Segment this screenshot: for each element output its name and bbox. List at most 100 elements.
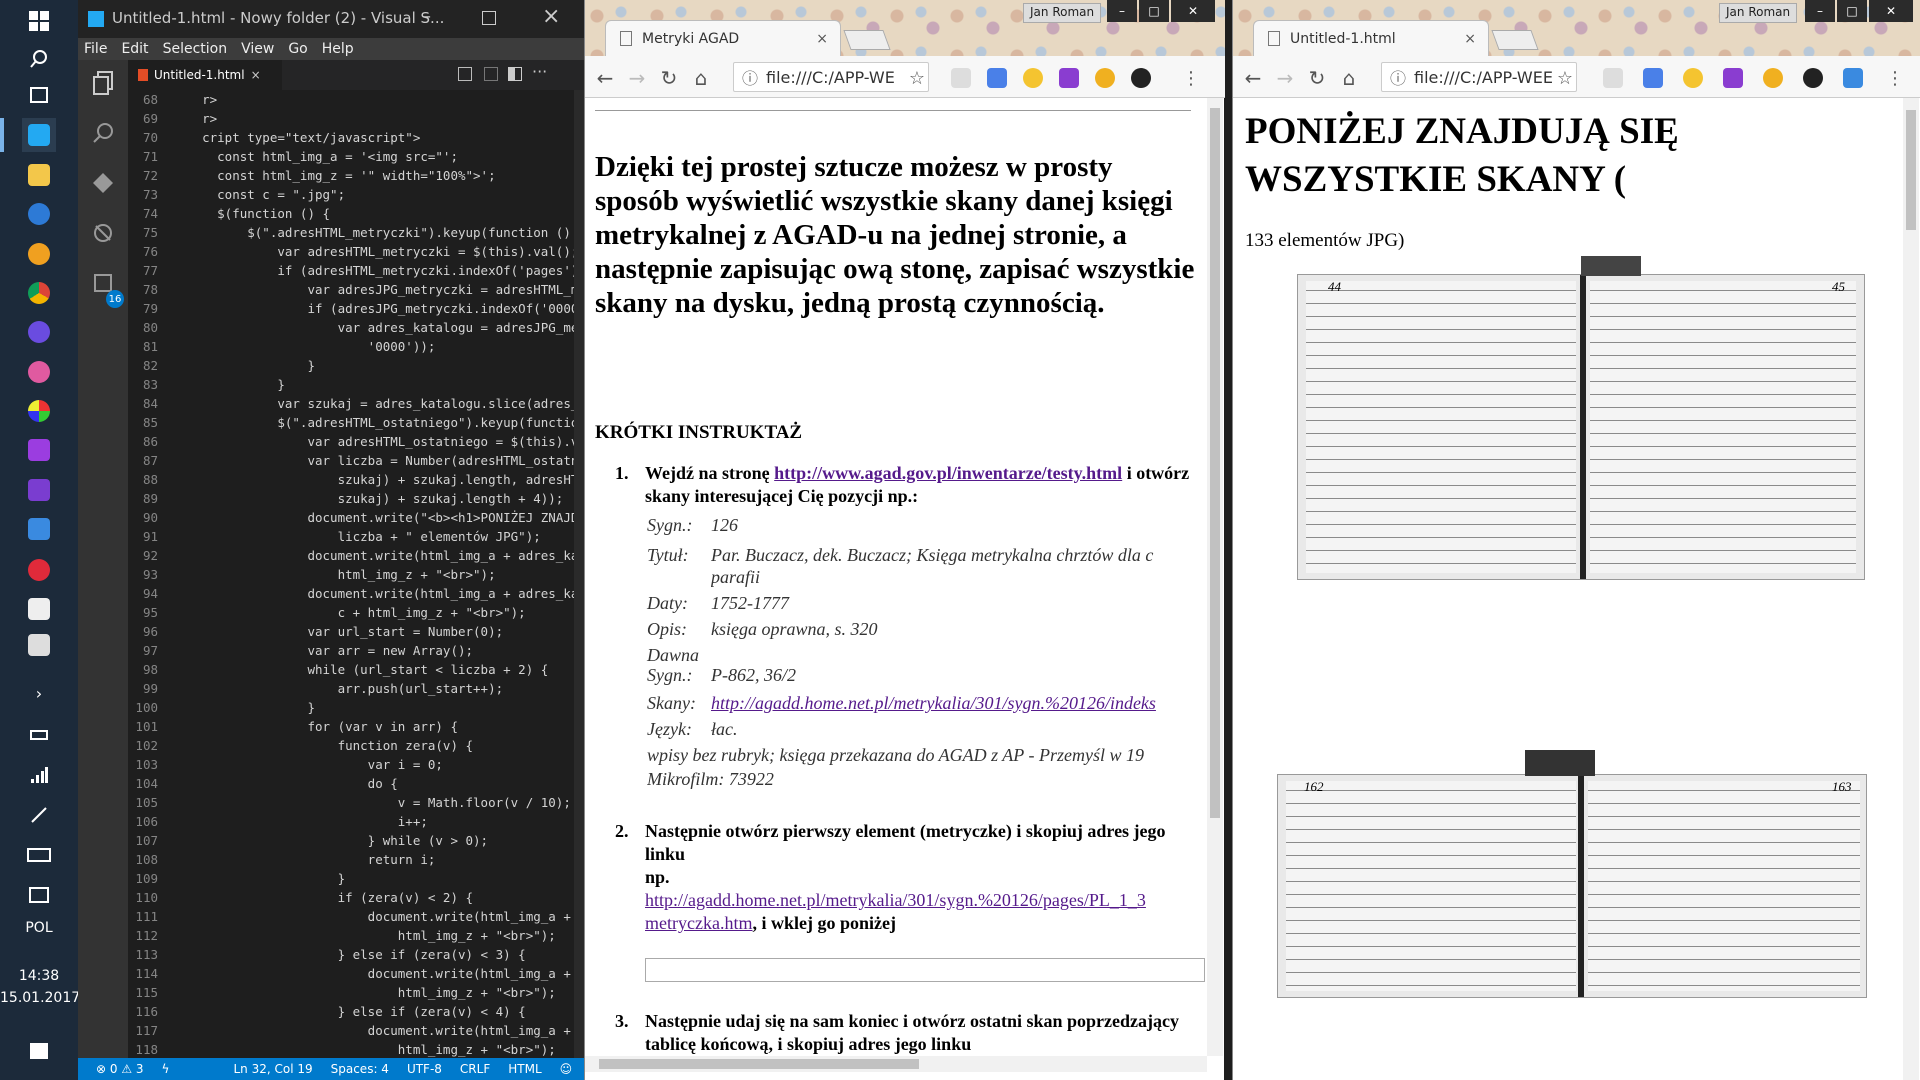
editor-scrollbar[interactable] bbox=[574, 90, 584, 1058]
code-line[interactable]: 92 document.write(html_img_a + adres_ka bbox=[128, 546, 584, 565]
code-line[interactable]: 69 r> bbox=[128, 109, 584, 128]
code-line[interactable]: 79 if (adresJPG_metryczki.indexOf('0000 bbox=[128, 299, 584, 318]
display-icon[interactable] bbox=[22, 878, 56, 912]
indentation[interactable]: Spaces: 4 bbox=[331, 1062, 389, 1076]
close-icon[interactable]: ✕ bbox=[1869, 0, 1913, 22]
code-line[interactable]: 71 const html_img_a = '<img src="'; bbox=[128, 147, 584, 166]
code-line[interactable]: 99 arr.push(url_start++); bbox=[128, 679, 584, 698]
menu-selection[interactable]: Selection bbox=[163, 41, 228, 57]
menu-help[interactable]: Help bbox=[322, 41, 354, 57]
scrollbar-thumb[interactable] bbox=[1210, 108, 1220, 818]
encoding[interactable]: UTF-8 bbox=[407, 1062, 442, 1076]
new-tab-button[interactable] bbox=[1491, 30, 1539, 50]
address-bar[interactable]: ⓘ file:///C:/APP-WEE bbox=[1381, 62, 1577, 92]
code-line[interactable]: 112 html_img_z + "<br>"); bbox=[128, 926, 584, 945]
menu-go[interactable]: Go bbox=[288, 41, 307, 57]
example-page-link[interactable]: http://agadd.home.net.pl/metrykalia/301/… bbox=[645, 890, 1146, 910]
maximize-icon[interactable] bbox=[482, 11, 496, 25]
search-icon[interactable] bbox=[22, 42, 56, 76]
app-icon-purple[interactable] bbox=[22, 433, 56, 467]
profile-name[interactable]: Jan Roman bbox=[1023, 3, 1102, 23]
explorer-icon[interactable] bbox=[88, 68, 118, 98]
extension-dark-icon[interactable] bbox=[1131, 68, 1151, 88]
horizontal-scrollbar[interactable] bbox=[585, 1056, 1207, 1072]
language-mode[interactable]: HTML bbox=[508, 1062, 541, 1076]
extension-star-icon[interactable] bbox=[1683, 68, 1703, 88]
code-line[interactable]: 94 document.write(html_img_a + adres_ka bbox=[128, 584, 584, 603]
app-icon-yellow[interactable] bbox=[22, 237, 56, 271]
code-line[interactable]: 113 } else if (zera(v) < 3) { bbox=[128, 945, 584, 964]
cursor-position[interactable]: Ln 32, Col 19 bbox=[233, 1062, 312, 1076]
code-line[interactable]: 102 function zera(v) { bbox=[128, 736, 584, 755]
code-line[interactable]: 108 return i; bbox=[128, 850, 584, 869]
code-line[interactable]: 100 } bbox=[128, 698, 584, 717]
split-editor-icon[interactable] bbox=[508, 67, 522, 81]
scans-link[interactable]: http://agadd.home.net.pl/metrykalia/301/… bbox=[711, 692, 1207, 718]
network-icon[interactable] bbox=[22, 758, 56, 792]
code-line[interactable]: 109 } bbox=[128, 869, 584, 888]
code-line[interactable]: 115 html_img_z + "<br>"); bbox=[128, 983, 584, 1002]
code-editor[interactable]: 68 r> 69 r> 70 cript type="text/javascript… bbox=[128, 90, 584, 1058]
keyboard-icon[interactable] bbox=[22, 838, 56, 872]
extension-camera-icon[interactable] bbox=[1603, 68, 1623, 88]
example-page-link-end[interactable]: metryczka.htm bbox=[645, 913, 752, 933]
code-line[interactable]: 96 var url_start = Number(0); bbox=[128, 622, 584, 641]
new-tab-button[interactable] bbox=[843, 30, 891, 50]
file-explorer-icon[interactable] bbox=[22, 158, 56, 192]
code-line[interactable]: 89 szukaj) + szukaj.length + 4)); bbox=[128, 489, 584, 508]
firefox-icon[interactable] bbox=[22, 315, 56, 349]
code-line[interactable]: 103 var i = 0; bbox=[128, 755, 584, 774]
extension-dark-icon[interactable] bbox=[1803, 68, 1823, 88]
reload-icon[interactable]: ↻ bbox=[1305, 66, 1329, 90]
info-icon[interactable]: ⓘ bbox=[1390, 65, 1406, 89]
code-line[interactable]: 81 '0000')); bbox=[128, 337, 584, 356]
toggle-preview-icon[interactable] bbox=[484, 67, 498, 81]
menu-file[interactable]: File bbox=[84, 41, 107, 57]
code-line[interactable]: 77 if (adresHTML_metryczki.indexOf('page… bbox=[128, 261, 584, 280]
code-line[interactable]: 78 var adresJPG_metryczki = adresHTML_me bbox=[128, 280, 584, 299]
profile-name[interactable]: Jan Roman bbox=[1719, 3, 1798, 23]
code-line[interactable]: 93 html_img_z + "<br>"); bbox=[128, 565, 584, 584]
minimize-icon[interactable]: – bbox=[1805, 0, 1835, 22]
extension-translate-icon[interactable] bbox=[1643, 68, 1663, 88]
photos-icon[interactable] bbox=[22, 628, 56, 662]
windows-start-icon[interactable] bbox=[22, 4, 56, 38]
back-icon[interactable]: ← bbox=[1241, 66, 1265, 90]
maximize-icon[interactable]: □ bbox=[1139, 0, 1169, 22]
extension-star-icon[interactable] bbox=[1023, 68, 1043, 88]
bookmark-star-icon[interactable]: ☆ bbox=[1553, 66, 1577, 90]
vertical-scrollbar[interactable] bbox=[1207, 98, 1223, 1056]
close-icon[interactable]: × bbox=[542, 4, 560, 29]
notifications-icon[interactable] bbox=[22, 1034, 56, 1068]
first-url-input[interactable] bbox=[645, 958, 1205, 982]
code-line[interactable]: 80 var adres_katalogu = adresJPG_me bbox=[128, 318, 584, 337]
code-line[interactable]: 75 $(".adresHTML_metryczki").keyup(funct… bbox=[128, 223, 584, 242]
battery-icon[interactable] bbox=[22, 718, 56, 752]
code-line[interactable]: 72 const html_img_z = '" width="100%">'; bbox=[128, 166, 584, 185]
pen-icon[interactable] bbox=[22, 798, 56, 832]
menu-view[interactable]: View bbox=[241, 41, 274, 57]
tab-close-icon[interactable]: × bbox=[816, 31, 828, 47]
extension-onenote-icon[interactable] bbox=[1059, 68, 1079, 88]
menu-icon[interactable]: ⋮ bbox=[1179, 66, 1203, 90]
code-line[interactable]: 85 $(".adresHTML_ostatniego").keyup(func… bbox=[128, 413, 584, 432]
agad-link[interactable]: http://www.agad.gov.pl/inwentarze/testy.… bbox=[774, 463, 1122, 483]
code-line[interactable]: 101 for (var v in arr) { bbox=[128, 717, 584, 736]
maximize-icon[interactable]: □ bbox=[1837, 0, 1867, 22]
app-icon-blue[interactable] bbox=[22, 512, 56, 546]
close-icon[interactable]: ✕ bbox=[1171, 0, 1215, 22]
info-icon[interactable]: ⓘ bbox=[742, 65, 758, 89]
home-icon[interactable]: ⌂ bbox=[689, 66, 713, 90]
home-icon[interactable]: ⌂ bbox=[1337, 66, 1361, 90]
reload-icon[interactable]: ↻ bbox=[657, 66, 681, 90]
code-line[interactable]: 76 var adresHTML_metryczki = $(this).val… bbox=[128, 242, 584, 261]
chrome-icon[interactable] bbox=[22, 276, 56, 310]
clock-date[interactable]: 15.01.2017 bbox=[0, 990, 80, 1006]
code-line[interactable]: 106 i++; bbox=[128, 812, 584, 831]
chevron-right-icon[interactable]: › bbox=[22, 676, 56, 710]
code-line[interactable]: 86 var adresHTML_ostatniego = $(this).v bbox=[128, 432, 584, 451]
extension-moon-icon[interactable] bbox=[1763, 68, 1783, 88]
tab-close-icon[interactable]: × bbox=[251, 68, 261, 82]
problems-indicator[interactable]: ⊗ 0 ⚠ 3 bbox=[96, 1062, 144, 1076]
code-line[interactable]: 107 } while (v > 0); bbox=[128, 831, 584, 850]
